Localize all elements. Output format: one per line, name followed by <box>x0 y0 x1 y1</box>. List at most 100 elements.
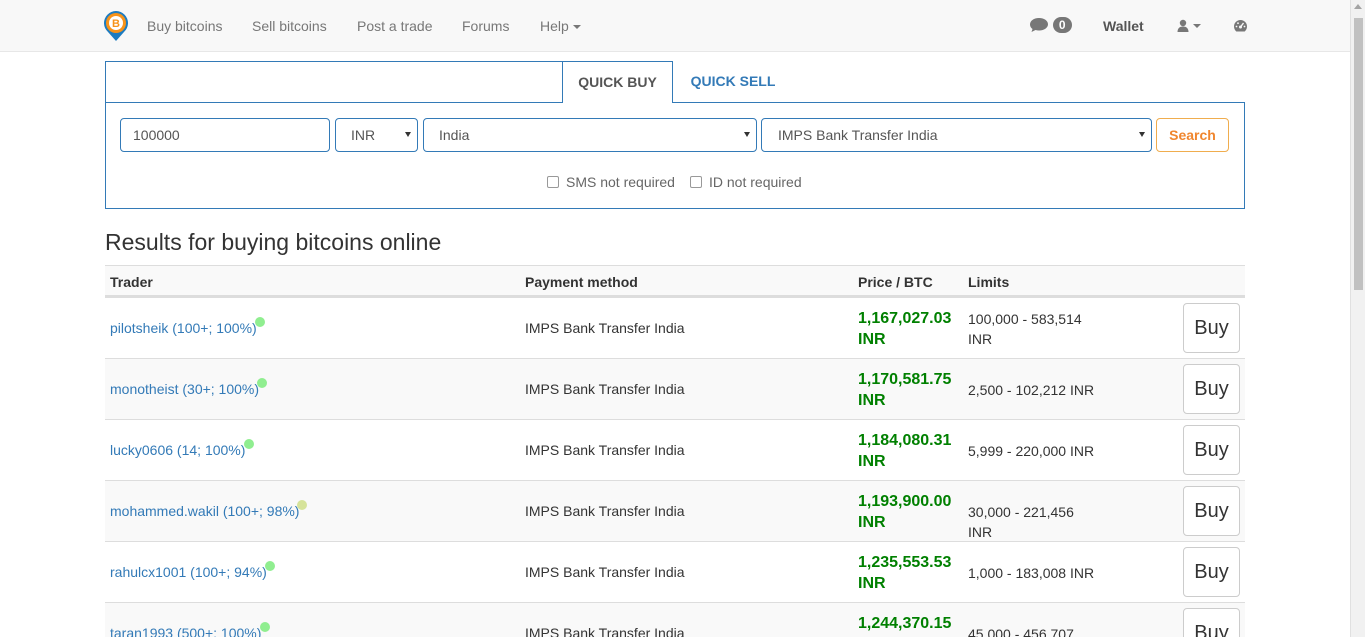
price-value: 1,193,900.00 <box>858 493 952 510</box>
nav-help-dropdown[interactable]: Help <box>540 18 581 34</box>
limits-range: 30,000 - 221,456 INR <box>968 504 1074 540</box>
price-currency: INR <box>858 392 886 409</box>
payment-method-cell: IMPS Bank Transfer India <box>525 625 685 637</box>
buy-button[interactable]: Buy <box>1183 608 1240 637</box>
chevron-down-icon <box>572 25 581 30</box>
online-status-dot <box>257 378 267 388</box>
price-currency: INR <box>858 331 886 348</box>
country-select-value: India <box>439 127 470 143</box>
buy-button[interactable]: Buy <box>1183 303 1240 353</box>
table-row: monotheist (30+; 100%) IMPS Bank Transfer… <box>105 358 1245 419</box>
svg-text:B: B <box>112 18 120 30</box>
limits-cell: 45,000 - 456,707 INR <box>968 624 1098 637</box>
sms-not-required-option[interactable]: SMS not required <box>547 174 675 190</box>
limits-cell: 5,999 - 220,000 INR <box>968 441 1098 461</box>
price-cell: 1,167,027.03 INR <box>858 308 963 350</box>
price-cell: 1,193,900.00 INR <box>858 491 963 533</box>
header-trader: Trader <box>110 274 153 290</box>
sms-not-required-label: SMS not required <box>566 174 675 190</box>
limits-range: 1,000 - 183,008 INR <box>968 565 1095 581</box>
nav-sell-bitcoins[interactable]: Sell bitcoins <box>252 18 327 34</box>
nav-buy-bitcoins[interactable]: Buy bitcoins <box>147 18 222 34</box>
payment-method-cell: IMPS Bank Transfer India <box>525 564 685 580</box>
limits-range: 100,000 - 583,514 <box>968 311 1082 327</box>
price-value: 1,167,027.03 <box>858 310 952 327</box>
limits-cell: 1,000 - 183,008 INR <box>968 563 1098 583</box>
currency-select-value: INR <box>351 127 376 143</box>
table-row: taran1993 (500+; 100%) IMPS Bank Transfer… <box>105 602 1245 637</box>
select-arrow-icon <box>744 132 750 137</box>
payment-method-cell: IMPS Bank Transfer India <box>525 503 685 519</box>
trader-link[interactable]: lucky0606 (14; 100%) <box>110 442 245 458</box>
select-arrow-icon <box>405 132 411 137</box>
table-row: lucky0606 (14; 100%) IMPS Bank Transfer I… <box>105 419 1245 480</box>
scroll-thumb[interactable] <box>1354 18 1363 290</box>
price-cell: 1,244,370.15INR <box>858 613 963 637</box>
user-menu-dropdown[interactable] <box>1177 17 1201 33</box>
trader-link[interactable]: taran1993 (500+; 100%) <box>110 625 261 637</box>
payment-method-cell: IMPS Bank Transfer India <box>525 320 685 336</box>
country-select[interactable]: India <box>423 118 757 152</box>
sms-not-required-checkbox[interactable] <box>547 176 559 188</box>
buy-button[interactable]: Buy <box>1183 486 1240 536</box>
payment-method-cell: IMPS Bank Transfer India <box>525 442 685 458</box>
tab-quick-sell[interactable]: QUICK SELL <box>673 61 793 103</box>
limits-currency: INR <box>968 331 993 347</box>
price-value: 1,244,370.15 <box>858 615 952 632</box>
payment-method-cell: IMPS Bank Transfer India <box>525 381 685 397</box>
id-not-required-option[interactable]: ID not required <box>690 174 802 190</box>
trader-link[interactable]: rahulcx1001 (100+; 94%) <box>110 564 267 580</box>
dashboard-button[interactable] <box>1233 17 1248 33</box>
limits-range: 2,500 - 102,212 INR <box>968 382 1095 398</box>
select-arrow-icon <box>1139 132 1145 137</box>
nav-post-a-trade[interactable]: Post a trade <box>357 18 433 34</box>
price-cell: 1,170,581.75 INR <box>858 369 963 411</box>
limits-range: 45,000 - 456,707 INR <box>968 626 1074 637</box>
id-not-required-label: ID not required <box>709 174 802 190</box>
trader-link[interactable]: pilotsheik (100+; 100%) <box>110 320 257 336</box>
dashboard-gauge-icon <box>1234 20 1247 32</box>
tab-border-left <box>105 61 106 103</box>
price-currency: INR <box>858 453 886 470</box>
payment-method-select[interactable]: IMPS Bank Transfer India <box>761 118 1152 152</box>
wallet-link[interactable]: Wallet <box>1103 18 1144 34</box>
search-button[interactable]: Search <box>1156 118 1229 152</box>
id-not-required-checkbox[interactable] <box>690 176 702 188</box>
price-value: 1,235,553.53 <box>858 554 952 571</box>
localbitcoins-logo-icon[interactable]: B <box>103 10 129 42</box>
nav-forums[interactable]: Forums <box>462 18 509 34</box>
limits-cell: 30,000 - 221,456 INR <box>968 502 1098 542</box>
trader-link[interactable]: mohammed.wakil (100+; 98%) <box>110 503 299 519</box>
limits-range: 5,999 - 220,000 INR <box>968 443 1095 459</box>
results-heading: Results for buying bitcoins online <box>105 229 442 255</box>
page-scrollbar[interactable] <box>1350 0 1365 637</box>
header-payment-method: Payment method <box>525 274 638 290</box>
buy-button[interactable]: Buy <box>1183 547 1240 597</box>
buy-button[interactable]: Buy <box>1183 364 1240 414</box>
trader-link[interactable]: monotheist (30+; 100%) <box>110 381 259 397</box>
price-value: 1,170,581.75 <box>858 371 952 388</box>
table-row: rahulcx1001 (100+; 94%) IMPS Bank Transfe… <box>105 541 1245 602</box>
nav-help-label: Help <box>540 18 569 34</box>
messages-button[interactable]: 0 <box>1029 16 1072 34</box>
scroll-up-arrow-icon[interactable] <box>1354 4 1362 9</box>
amount-input[interactable]: 100000 <box>120 118 330 152</box>
currency-select[interactable]: INR <box>335 118 418 152</box>
header-price-btc: Price / BTC <box>858 274 933 290</box>
price-currency: INR <box>858 514 886 531</box>
chat-bubble-icon <box>1030 18 1048 33</box>
header-limits: Limits <box>968 274 1010 290</box>
tab-border-line <box>105 61 563 62</box>
payment-method-select-value: IMPS Bank Transfer India <box>778 127 938 143</box>
online-status-dot <box>265 561 275 571</box>
price-cell: 1,184,080.31 INR <box>858 430 963 472</box>
online-status-dot <box>255 317 265 327</box>
buy-button[interactable]: Buy <box>1183 425 1240 475</box>
price-currency: INR <box>858 575 886 592</box>
top-navbar: B Buy bitcoins Sell bitcoins Post a trad… <box>0 0 1350 52</box>
table-row: pilotsheik (100+; 100%) IMPS Bank Transfe… <box>105 297 1245 358</box>
limits-cell: 100,000 - 583,514 INR <box>968 309 1098 349</box>
online-status-dot <box>260 622 270 632</box>
tab-quick-buy[interactable]: QUICK BUY <box>562 61 673 103</box>
results-table-header: Trader Payment method Price / BTC Limits <box>105 265 1245 297</box>
